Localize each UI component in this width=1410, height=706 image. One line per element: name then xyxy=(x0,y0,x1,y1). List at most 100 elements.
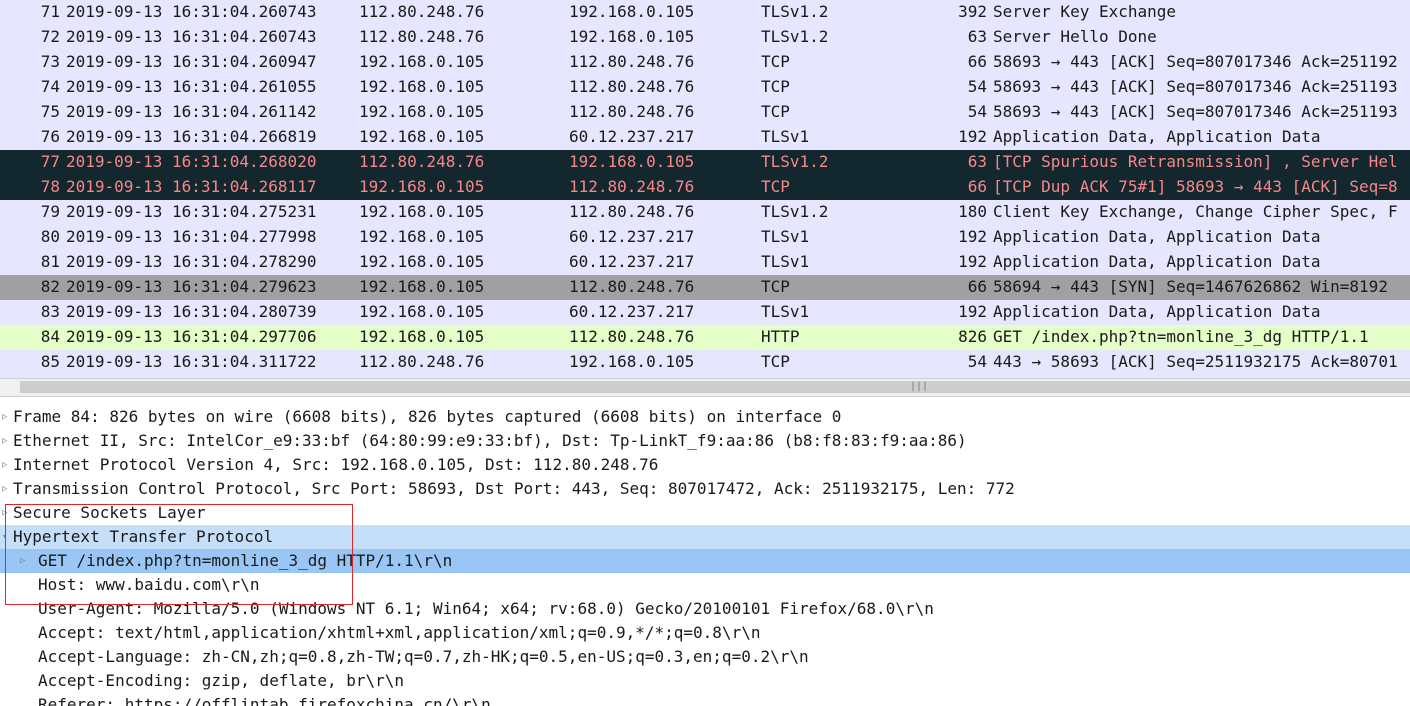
packet-source: 192.168.0.105 xyxy=(359,177,485,196)
packet-destination: 112.80.248.76 xyxy=(569,52,695,71)
packet-time: 2019-09-13 16:31:04.260743 xyxy=(66,27,317,46)
packet-source: 192.168.0.105 xyxy=(359,302,485,321)
scrollbar-thumb[interactable]: ||| xyxy=(20,381,1410,393)
expand-arrow-icon[interactable]: ▷ xyxy=(2,477,10,501)
packet-info: 58694 → 443 [SYN] Seq=1467626862 Win=819… xyxy=(993,277,1388,296)
packet-number: 73 xyxy=(40,52,60,71)
packet-time: 2019-09-13 16:31:04.266819 xyxy=(66,127,317,146)
packet-length: 54 xyxy=(967,77,987,96)
packet-protocol: TCP xyxy=(761,177,790,196)
packet-number: 71 xyxy=(40,2,60,21)
packet-number: 83 xyxy=(40,302,60,321)
packet-length: 66 xyxy=(967,52,987,71)
packet-row[interactable]: 74 2019-09-13 16:31:04.261055 192.168.0.10… xyxy=(0,75,1410,100)
packet-row[interactable]: 76 2019-09-13 16:31:04.266819 192.168.0.10… xyxy=(0,125,1410,150)
packet-number: 76 xyxy=(40,127,60,146)
packet-length: 66 xyxy=(967,177,987,196)
packet-row[interactable]: 82 2019-09-13 16:31:04.279623 192.168.0.10… xyxy=(0,275,1410,300)
tree-item-field[interactable]: Accept: text/html,application/xhtml+xml,… xyxy=(0,621,1410,645)
packet-length: 826 xyxy=(958,327,987,346)
packet-protocol: TLSv1 xyxy=(761,127,810,146)
tree-item-field[interactable]: Referer: https://offlintab.firefoxchina.… xyxy=(0,693,1410,706)
packet-length: 392 xyxy=(958,2,987,21)
packet-row[interactable]: 72 2019-09-13 16:31:04.260743 112.80.248.7… xyxy=(0,25,1410,50)
tree-item-field[interactable]: ▷ GET /index.php?tn=monline_3_dg HTTP/1.1… xyxy=(0,549,1410,573)
tree-item-label: Secure Sockets Layer xyxy=(13,503,206,522)
tree-item-field[interactable]: User-Agent: Mozilla/5.0 (Windows NT 6.1;… xyxy=(0,597,1410,621)
tree-item-protocol[interactable]: ▷ Secure Sockets Layer xyxy=(0,501,1410,525)
tree-item-field[interactable]: Accept-Encoding: gzip, deflate, br\r\n xyxy=(0,669,1410,693)
packet-destination: 60.12.237.217 xyxy=(569,227,695,246)
packet-info: 58693 → 443 [ACK] Seq=807017346 Ack=2511… xyxy=(993,77,1398,96)
packet-row[interactable]: 78 2019-09-13 16:31:04.268117 192.168.0.10… xyxy=(0,175,1410,200)
packet-info: 58693 → 443 [ACK] Seq=807017346 Ack=2511… xyxy=(993,102,1398,121)
packet-destination: 192.168.0.105 xyxy=(569,352,695,371)
packet-protocol: TLSv1.2 xyxy=(761,152,829,171)
tree-item-protocol[interactable]: ▷ Internet Protocol Version 4, Src: 192.1… xyxy=(0,453,1410,477)
packet-row[interactable]: 85 2019-09-13 16:31:04.311722 112.80.248.7… xyxy=(0,350,1410,375)
tree-item-label: Transmission Control Protocol, Src Port:… xyxy=(13,479,1015,498)
packet-info: Application Data, Application Data xyxy=(993,227,1321,246)
packet-length: 192 xyxy=(958,227,987,246)
packet-time: 2019-09-13 16:31:04.280739 xyxy=(66,302,317,321)
packet-row[interactable]: 77 2019-09-13 16:31:04.268020 112.80.248.7… xyxy=(0,150,1410,175)
packet-length: 192 xyxy=(958,252,987,271)
packet-row[interactable]: 71 2019-09-13 16:31:04.260743 112.80.248.7… xyxy=(0,0,1410,25)
packet-length: 54 xyxy=(967,352,987,371)
packet-destination: 112.80.248.76 xyxy=(569,327,695,346)
packet-source: 192.168.0.105 xyxy=(359,127,485,146)
packet-time: 2019-09-13 16:31:04.279623 xyxy=(66,277,317,296)
packet-row[interactable]: 83 2019-09-13 16:31:04.280739 192.168.0.10… xyxy=(0,300,1410,325)
tree-item-protocol[interactable]: ▷ Frame 84: 826 bytes on wire (6608 bits)… xyxy=(0,405,1410,429)
expand-arrow-icon[interactable]: ▷ xyxy=(2,429,10,453)
packet-length: 66 xyxy=(967,277,987,296)
packet-destination: 112.80.248.76 xyxy=(569,202,695,221)
packet-time: 2019-09-13 16:31:04.311722 xyxy=(66,352,317,371)
packet-details-tree[interactable]: ▷ Frame 84: 826 bytes on wire (6608 bits)… xyxy=(0,405,1410,706)
tree-item-field[interactable]: Host: www.baidu.com\r\n xyxy=(0,573,1410,597)
packet-destination: 112.80.248.76 xyxy=(569,102,695,121)
tree-item-label: Referer: https://offlintab.firefoxchina.… xyxy=(38,695,491,706)
packet-row[interactable]: 81 2019-09-13 16:31:04.278290 192.168.0.10… xyxy=(0,250,1410,275)
tree-item-protocol[interactable]: ▷ Transmission Control Protocol, Src Port… xyxy=(0,477,1410,501)
packet-destination: 60.12.237.217 xyxy=(569,302,695,321)
horizontal-scrollbar[interactable]: ||| xyxy=(0,378,1410,397)
packet-row[interactable]: 80 2019-09-13 16:31:04.277998 192.168.0.10… xyxy=(0,225,1410,250)
packet-length: 63 xyxy=(967,152,987,171)
tree-item-label: Ethernet II, Src: IntelCor_e9:33:bf (64:… xyxy=(13,431,967,450)
packet-protocol: TCP xyxy=(761,102,790,121)
packet-info: Application Data, Application Data xyxy=(993,302,1321,321)
tree-item-protocol[interactable]: ▾ Hypertext Transfer Protocol xyxy=(0,525,1410,549)
tree-item-protocol[interactable]: ▷ Ethernet II, Src: IntelCor_e9:33:bf (64… xyxy=(0,429,1410,453)
tree-item-label: Host: www.baidu.com\r\n xyxy=(38,575,260,594)
packet-length: 63 xyxy=(967,27,987,46)
packet-source: 192.168.0.105 xyxy=(359,252,485,271)
packet-destination: 60.12.237.217 xyxy=(569,252,695,271)
packet-protocol: TCP xyxy=(761,52,790,71)
packet-destination: 112.80.248.76 xyxy=(569,177,695,196)
collapse-arrow-icon[interactable]: ▾ xyxy=(2,525,10,549)
packet-row[interactable]: 84 2019-09-13 16:31:04.297706 192.168.0.10… xyxy=(0,325,1410,350)
packet-protocol: TLSv1.2 xyxy=(761,2,829,21)
packet-row[interactable]: 75 2019-09-13 16:31:04.261142 192.168.0.10… xyxy=(0,100,1410,125)
packet-number: 81 xyxy=(40,252,60,271)
expand-arrow-icon[interactable]: ▷ xyxy=(20,549,28,573)
packet-protocol: TCP xyxy=(761,352,790,371)
packet-number: 85 xyxy=(40,352,60,371)
expand-arrow-icon[interactable]: ▷ xyxy=(2,501,10,525)
expand-arrow-icon[interactable]: ▷ xyxy=(2,405,10,429)
tree-item-label: Accept-Language: zh-CN,zh;q=0.8,zh-TW;q=… xyxy=(38,647,809,666)
tree-item-label: User-Agent: Mozilla/5.0 (Windows NT 6.1;… xyxy=(38,599,934,618)
packet-protocol: TLSv1 xyxy=(761,252,810,271)
packet-info: Client Key Exchange, Change Cipher Spec,… xyxy=(993,202,1398,221)
packet-source: 192.168.0.105 xyxy=(359,52,485,71)
packet-row[interactable]: 73 2019-09-13 16:31:04.260947 192.168.0.10… xyxy=(0,50,1410,75)
packet-row[interactable]: 79 2019-09-13 16:31:04.275231 192.168.0.10… xyxy=(0,200,1410,225)
expand-arrow-icon[interactable]: ▷ xyxy=(2,453,10,477)
packet-protocol: HTTP xyxy=(761,327,800,346)
packet-number: 78 xyxy=(40,177,60,196)
packet-list[interactable]: 71 2019-09-13 16:31:04.260743 112.80.248.7… xyxy=(0,0,1410,378)
tree-item-field[interactable]: Accept-Language: zh-CN,zh;q=0.8,zh-TW;q=… xyxy=(0,645,1410,669)
packet-info: [TCP Spurious Retransmission] , Server H… xyxy=(993,152,1398,171)
packet-destination: 192.168.0.105 xyxy=(569,27,695,46)
